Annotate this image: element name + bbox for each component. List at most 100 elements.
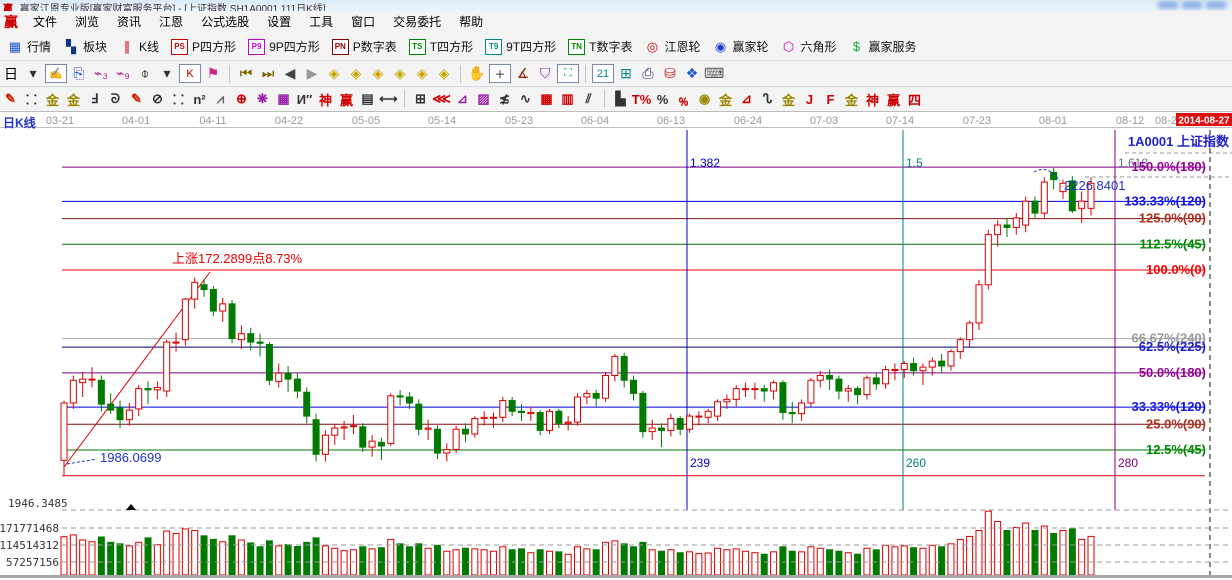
corner-ruler-tool[interactable]: ⊞ — [410, 90, 431, 109]
gold-angle2-tool[interactable]: 金 — [841, 90, 862, 109]
menu-tools[interactable]: 工具 — [300, 11, 342, 33]
wave-9-tool[interactable]: ⌁₉ — [113, 64, 133, 84]
fence3-tool[interactable]: ⸬ — [168, 90, 189, 109]
wave-3-tool[interactable]: ⌁₃ — [91, 64, 111, 84]
window-controls[interactable] — [1158, 1, 1226, 9]
shen-angle-tool[interactable]: 神 — [862, 90, 883, 109]
shen-tool[interactable]: 神 — [315, 90, 336, 109]
n2-tool[interactable]: n² — [189, 90, 210, 109]
computer-button[interactable]: ⌨ — [704, 64, 724, 84]
period-caret-icon[interactable]: ▾ — [23, 64, 43, 84]
minimize-icon[interactable] — [1158, 1, 1178, 9]
sectors-button[interactable]: ▚板块 — [58, 36, 112, 57]
9t-square-button[interactable]: T99T四方形 — [480, 36, 561, 57]
kline-button[interactable]: ∥K线 — [114, 36, 164, 57]
diamond-shrink-button[interactable]: ◈ — [390, 64, 410, 84]
f-ruler-tool[interactable]: Ⅎ — [84, 90, 105, 109]
price-chart-svg[interactable]: 03-2104-0104-1104-2205-0505-1405-2306-04… — [0, 112, 1232, 580]
diamond-expand-button[interactable]: ◈ — [368, 64, 388, 84]
kchart-tool[interactable]: K — [179, 64, 201, 83]
quotes-button[interactable]: ▦行情 — [2, 36, 56, 57]
candle-style-tool[interactable]: ⌽ — [135, 64, 155, 84]
gold-level-tool[interactable]: 金 — [715, 90, 736, 109]
gold-circle-tool[interactable]: ◉ — [694, 90, 715, 109]
mirror-angle-tool[interactable]: ⩘ — [210, 90, 231, 109]
fence-tool[interactable]: ⸬ — [21, 90, 42, 109]
red-compass-tool[interactable]: ⊕ — [231, 90, 252, 109]
bar-target-tool[interactable]: ▙ — [610, 90, 631, 109]
t-percent-tool[interactable]: T% — [631, 90, 652, 109]
menu-browse[interactable]: 浏览 — [66, 11, 108, 33]
p-square-button[interactable]: PSP四方形 — [166, 36, 241, 57]
crosshair-tool[interactable]: ＋ — [489, 64, 511, 83]
winner-service-button[interactable]: $赢家服务 — [844, 36, 922, 57]
menu-trade[interactable]: 交易委托 — [384, 11, 450, 33]
red-grid2-tool[interactable]: ▥ — [557, 90, 578, 109]
cycle-ruler-tool[interactable]: ⊘ — [147, 90, 168, 109]
purple-star-tool[interactable]: ❋ — [252, 90, 273, 109]
spiral-tool[interactable]: ᘐ — [105, 90, 126, 109]
percent-line-tool[interactable]: ﹪ — [673, 90, 694, 109]
t-table-button[interactable]: TNT数字表 — [563, 36, 637, 57]
red-grid-tool[interactable]: ▦ — [536, 90, 557, 109]
p-table-button[interactable]: PNP数字表 — [327, 36, 402, 57]
shirt-tool[interactable]: ⛉ — [535, 64, 555, 84]
diamond-center-button[interactable]: ◈ — [412, 64, 432, 84]
web-share-button[interactable]: ❖ — [682, 64, 702, 84]
menu-file[interactable]: 文件 — [24, 11, 66, 33]
go-first-button[interactable]: ⏮ — [236, 64, 256, 84]
calculator-button[interactable]: ⊞ — [616, 64, 636, 84]
purple-fan-tool[interactable]: ⊿ — [452, 90, 473, 109]
calendar-button[interactable]: 21 — [592, 64, 614, 83]
f-angle-tool[interactable]: F — [820, 90, 841, 109]
t-square-button[interactable]: TST四方形 — [404, 36, 478, 57]
menu-news[interactable]: 资讯 — [108, 11, 150, 33]
tri-line-tool[interactable]: ≴ — [494, 90, 515, 109]
winner-wheel-button[interactable]: ◉赢家轮 — [707, 36, 773, 57]
parallel-lines-tool[interactable]: ⫽ — [578, 90, 599, 109]
waveform-box-tool[interactable]: ᔐ — [757, 90, 778, 109]
zigzag-tool[interactable]: ∿ — [515, 90, 536, 109]
candle-style-caret-icon[interactable]: ▾ — [157, 64, 177, 84]
prev-bar-button[interactable]: ◀ — [280, 64, 300, 84]
pencil-tool[interactable]: ✎ — [0, 90, 21, 109]
menu-window[interactable]: 窗口 — [342, 11, 384, 33]
menu-gann[interactable]: 江恩 — [150, 11, 192, 33]
chart-area[interactable]: 03-2104-0104-1104-2205-0505-1405-2306-04… — [0, 112, 1232, 580]
gann-sketch-tool[interactable]: ✍ — [45, 64, 67, 83]
go-last-button[interactable]: ⏭ — [258, 64, 278, 84]
diamond-left-button[interactable]: ◈ — [324, 64, 344, 84]
ying-angle-tool[interactable]: 赢 — [883, 90, 904, 109]
percent-tool[interactable]: % — [652, 90, 673, 109]
menu-formula-picker[interactable]: 公式选股 — [192, 11, 258, 33]
gold-fence2-tool[interactable]: 金 — [63, 90, 84, 109]
menu-help[interactable]: 帮助 — [450, 11, 492, 33]
diamond-all-button[interactable]: ◈ — [434, 64, 454, 84]
close-icon[interactable] — [1206, 1, 1226, 9]
period-day-button[interactable]: 日 — [1, 64, 21, 84]
map-tool[interactable]: ⛶ — [557, 64, 579, 83]
angle-tool[interactable]: ∡ — [513, 64, 533, 84]
gold-angle-tool[interactable]: 金 — [778, 90, 799, 109]
gann-wheel-button[interactable]: ◎江恩轮 — [639, 36, 705, 57]
diamond-right-button[interactable]: ◈ — [346, 64, 366, 84]
save-button[interactable]: ⛁ — [660, 64, 680, 84]
next-bar-button[interactable]: ▶ — [302, 64, 322, 84]
gold-fence-tool[interactable]: 金 — [42, 90, 63, 109]
j-angle-tool[interactable]: J — [799, 90, 820, 109]
ying-tool[interactable]: 赢 — [336, 90, 357, 109]
hexagon-button[interactable]: ⬡六角形 — [776, 36, 842, 57]
red-fan-tool[interactable]: ⋘ — [431, 90, 452, 109]
9p-square-button[interactable]: P99P四方形 — [243, 36, 325, 57]
pencil2-tool[interactable]: ✎ — [126, 90, 147, 109]
maximize-icon[interactable] — [1182, 1, 1202, 9]
menu-settings[interactable]: 设置 — [258, 11, 300, 33]
notepad-button[interactable]: ⎙ — [638, 64, 658, 84]
si-angle-tool[interactable]: 四 — [904, 90, 925, 109]
purple-net-tool[interactable]: ▨ — [473, 90, 494, 109]
wave-mark-tool[interactable]: И″ — [294, 90, 315, 109]
flag-tool[interactable]: ⚑ — [203, 64, 223, 84]
hand-tool[interactable]: ✋ — [467, 64, 487, 84]
notes-tool[interactable]: ⎘ — [69, 64, 89, 84]
span-arrow-tool[interactable]: ⟷ — [378, 90, 399, 109]
